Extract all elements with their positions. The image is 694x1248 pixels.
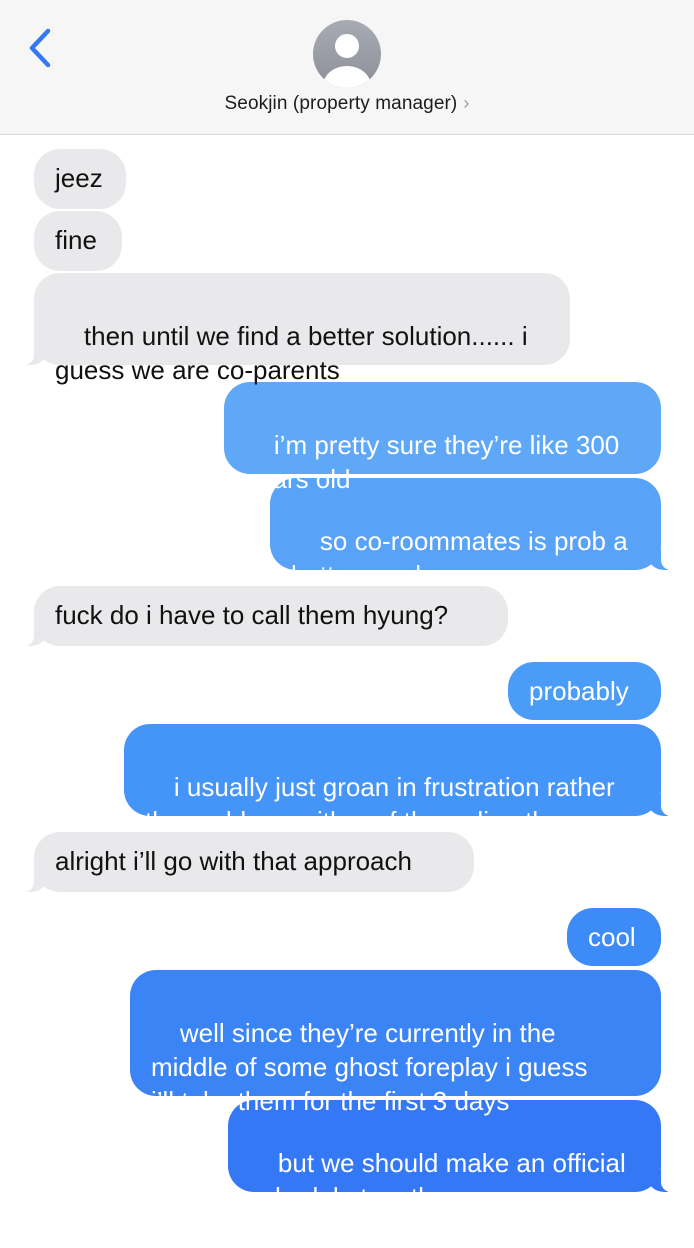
message-thread: jeez fine then until we find a better so… xyxy=(0,0,694,1212)
message-bubble-outgoing[interactable]: cool xyxy=(567,908,661,966)
message-bubble-incoming[interactable]: then until we find a better solution....… xyxy=(8,273,570,385)
message-text: cool xyxy=(588,922,636,952)
message-bubble-incoming[interactable]: jeez xyxy=(34,149,126,209)
message-text: fine xyxy=(55,225,97,255)
message-text: probably xyxy=(529,676,629,706)
message-bubble-outgoing[interactable]: i’m pretty sure they’re like 300 years o… xyxy=(224,382,661,494)
message-bubble-incoming[interactable]: fine xyxy=(34,211,122,271)
message-text: i usually just groan in frustration rath… xyxy=(145,772,615,836)
message-bubble-outgoing[interactable]: well since they’re currently in the midd… xyxy=(130,970,661,1116)
message-bubble-outgoing[interactable]: i usually just groan in frustration rath… xyxy=(124,724,687,836)
message-bubble-incoming[interactable]: alright i’ll go with that approach xyxy=(8,832,474,892)
message-bubble-outgoing[interactable]: probably xyxy=(508,662,661,720)
message-text: but we should make an official schedule … xyxy=(249,1148,626,1212)
message-text: fuck do i have to call them hyung? xyxy=(55,600,449,630)
message-text: alright i’ll go with that approach xyxy=(55,846,412,876)
message-bubble-incoming[interactable]: fuck do i have to call them hyung? xyxy=(8,586,508,646)
message-text: jeez xyxy=(55,163,103,193)
message-text: then until we find a better solution....… xyxy=(55,321,528,385)
message-text: so co-roommates is prob a better word xyxy=(291,526,628,590)
